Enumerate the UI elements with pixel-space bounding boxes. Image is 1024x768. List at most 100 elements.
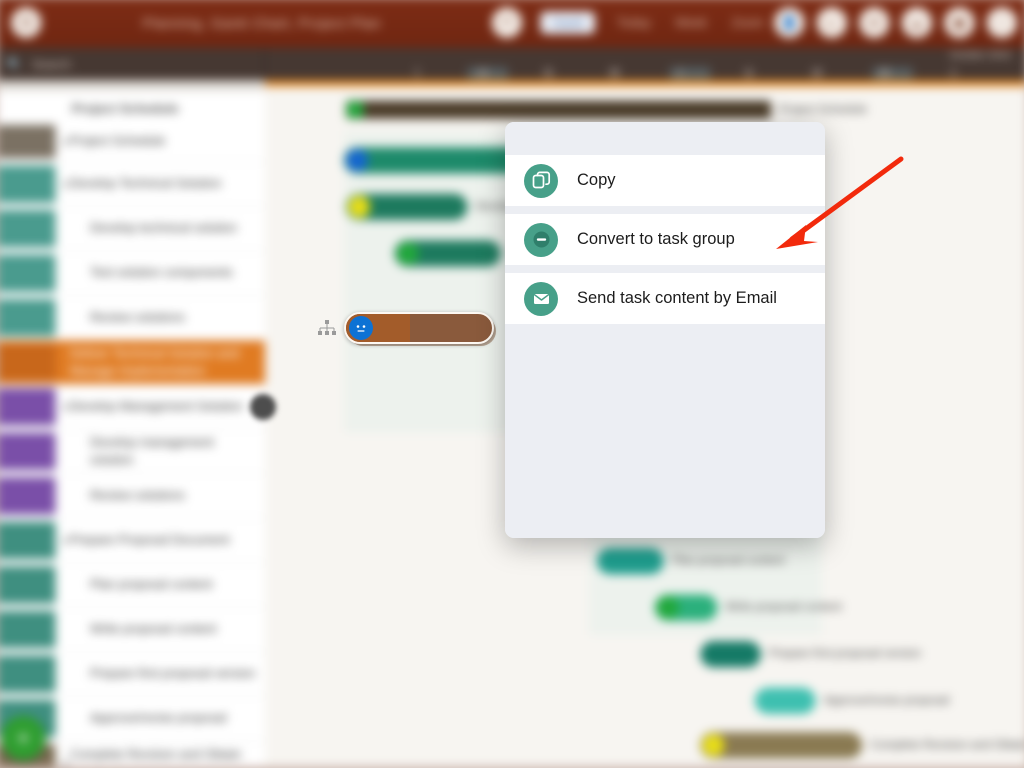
- gantt-bar-marker-icon: [656, 596, 679, 619]
- person-add-icon[interactable]: 👤: [774, 7, 805, 38]
- timeline-accent-rule: [265, 80, 1024, 87]
- timeline-month-label: October 2024: [949, 50, 1011, 62]
- task-row[interactable]: Test solution components: [0, 251, 266, 296]
- selected-task-bar[interactable]: [318, 312, 494, 344]
- expand-collapse-caret-icon[interactable]: [63, 536, 69, 545]
- critical-path-icon[interactable]: ▲: [901, 7, 932, 38]
- task-color-swatch: [0, 207, 60, 251]
- task-row[interactable]: Prepare Proposal Document: [0, 519, 266, 564]
- task-row[interactable]: Prepare first proposal version: [0, 652, 266, 697]
- gantt-bar-marker-icon: [756, 689, 780, 712]
- menu-separator: [505, 265, 825, 273]
- expand-collapse-caret-icon[interactable]: [63, 402, 69, 411]
- search-icon: 🔍: [7, 57, 23, 72]
- toolbar-right-icon-group: 👤 ◐ ⊘ ▲ ◼ ⋮: [774, 7, 1024, 38]
- menu-item-label: Send task content by Email: [577, 289, 777, 307]
- copy-icon: [524, 163, 558, 198]
- timeline-tick: 18: [811, 67, 822, 81]
- no-entry-icon[interactable]: ⊘: [859, 7, 890, 38]
- task-row[interactable]: Write proposal content: [0, 608, 266, 653]
- window-title: Planning, Gantt Chart, Project Plan: [142, 14, 381, 31]
- timeline-tick: 11: [744, 67, 754, 81]
- undo-icon[interactable]: ↶: [492, 7, 523, 38]
- timeline-tick: 14: [477, 67, 488, 81]
- menu-item-copy[interactable]: Copy: [505, 155, 825, 206]
- task-color-swatch: [0, 563, 60, 607]
- task-row-label: Deliver Technical Solution and Manage Im…: [69, 346, 239, 378]
- task-row[interactable]: Review solutions: [0, 474, 266, 519]
- filter-icon[interactable]: ◐: [816, 7, 847, 38]
- left-pane-divider: [0, 80, 266, 91]
- task-row-label: Project Schedule: [69, 134, 166, 149]
- gantt-bar[interactable]: Complete Revision and Obtain Approvals: [700, 732, 1024, 759]
- task-color-swatch: [0, 296, 60, 340]
- pane-resize-handle[interactable]: [250, 394, 276, 420]
- gantt-bar-label: Project Schedule: [779, 103, 868, 116]
- menu-item-label: Copy: [577, 171, 616, 189]
- add-task-fab-icon[interactable]: +: [0, 715, 46, 761]
- menu-item-convert-to-task-group[interactable]: Convert to task group: [505, 214, 825, 265]
- task-row[interactable]: Review solutions: [0, 296, 266, 341]
- gantt-bar[interactable]: Approve/revise proposal: [754, 687, 949, 714]
- app-menu-button[interactable]: ☰: [11, 7, 42, 38]
- task-color-swatch: [0, 652, 60, 696]
- gantt-bar-label: Approve/revise proposal: [823, 694, 950, 707]
- task-color-swatch: [0, 608, 60, 652]
- timeline-tick: 4: [677, 67, 683, 81]
- gantt-bar[interactable]: Write proposal content: [654, 594, 842, 621]
- task-color-swatch: [0, 340, 60, 384]
- task-list-pane: Project Schedule Project Schedule Develop…: [0, 90, 266, 767]
- minus-circle-icon: [524, 222, 558, 257]
- task-row[interactable]: Develop Technical Solution: [0, 162, 266, 207]
- gantt-bar-marker-icon: [346, 149, 369, 172]
- timeline-tick: 21: [543, 67, 554, 81]
- task-row-label: Develop technical solution: [89, 221, 237, 236]
- top-toolbar: ☰ Planning, Gantt Chart, Project Plan ↶ …: [0, 0, 1024, 49]
- toolbar-link-week[interactable]: Week: [675, 16, 707, 30]
- task-row[interactable]: Plan proposal content: [0, 563, 266, 608]
- toolbar-link-zoom[interactable]: Zoom: [731, 16, 763, 30]
- view-chip[interactable]: Gantt: [540, 11, 595, 34]
- search-input[interactable]: Search: [32, 57, 70, 71]
- task-color-swatch: [0, 519, 60, 563]
- task-color-swatch: [0, 122, 60, 161]
- timeline-header[interactable]: October 2024 7 14 21 28 4 11 18 25 2: [265, 48, 1024, 81]
- timeline-tick: 7: [414, 67, 420, 81]
- gantt-bar[interactable]: Project Schedule: [346, 100, 867, 119]
- task-row-label: Develop Management Solution: [69, 399, 243, 414]
- gantt-bar[interactable]: Develop technical solution: [346, 193, 611, 221]
- baseline-icon[interactable]: ◼: [944, 7, 975, 38]
- task-row-label: Review solutions: [89, 488, 185, 503]
- task-row-label: Prepare first proposal version: [89, 666, 256, 681]
- task-row[interactable]: Deliver Technical Solution and Manage Im…: [0, 340, 266, 386]
- assignee-avatar-icon[interactable]: [349, 316, 373, 340]
- task-row[interactable]: Develop technical solution: [0, 207, 266, 252]
- task-row[interactable]: Develop management solution: [0, 430, 266, 475]
- gantt-bar[interactable]: Prepare first proposal version: [700, 641, 921, 668]
- task-color-swatch: [0, 385, 60, 429]
- context-menu[interactable]: Copy Convert to task group Send task con…: [505, 122, 825, 538]
- task-row-label: Write proposal content: [89, 622, 217, 637]
- task-row[interactable]: Develop Management Solution: [0, 385, 266, 430]
- task-list-header: Project Schedule: [71, 100, 179, 116]
- task-color-swatch: [0, 474, 60, 518]
- task-row-label: Approve/revise proposal: [89, 711, 227, 726]
- task-color-swatch: [0, 251, 60, 295]
- menu-separator: [505, 206, 825, 214]
- more-options-icon[interactable]: ⋮: [986, 7, 1017, 38]
- expand-collapse-caret-icon[interactable]: [63, 758, 69, 767]
- task-row[interactable]: Project Schedule: [0, 122, 266, 163]
- task-color-swatch: [0, 430, 60, 474]
- gantt-bar[interactable]: Plan proposal content: [597, 547, 784, 575]
- gantt-bar[interactable]: Test solution components: [394, 240, 640, 267]
- search-area[interactable]: 🔍 Search: [0, 48, 266, 81]
- toolbar-link-today[interactable]: Today: [617, 16, 651, 30]
- task-row-label: Review solutions: [89, 310, 185, 325]
- expand-collapse-caret-icon[interactable]: [63, 180, 69, 189]
- selected-task-bar-body[interactable]: [344, 312, 494, 344]
- task-color-swatch: [0, 162, 60, 206]
- task-rows: Project Schedule Develop Technical Soluti…: [0, 122, 266, 767]
- task-row-label: Complete Revision and Obtain Approvals: [69, 747, 242, 767]
- menu-item-send-task-content-by-email[interactable]: Send task content by Email: [505, 273, 825, 324]
- expand-collapse-caret-icon[interactable]: [63, 137, 69, 146]
